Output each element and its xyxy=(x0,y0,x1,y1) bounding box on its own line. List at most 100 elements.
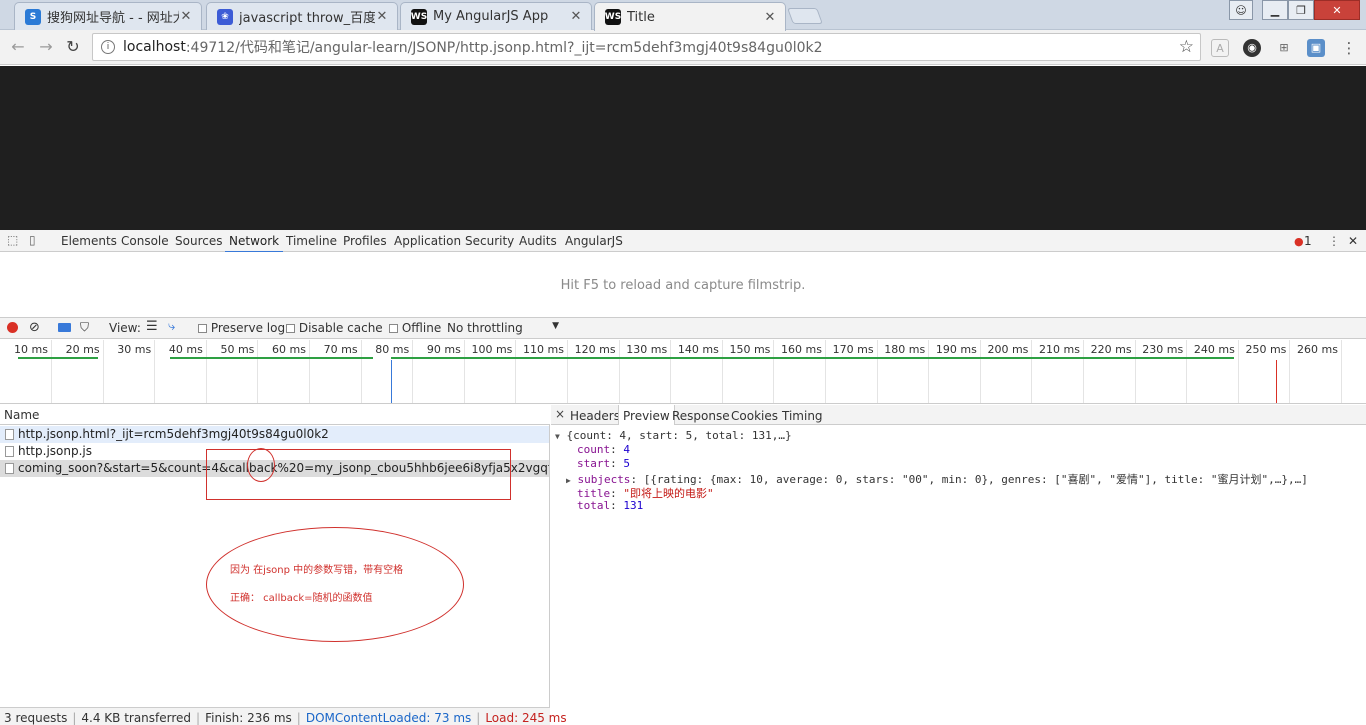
timeline-gridline xyxy=(1237,340,1239,403)
back-button[interactable]: ← xyxy=(8,37,28,57)
disable-cache-checkbox[interactable]: Disable cache xyxy=(286,321,383,335)
timeline-tick-label: 160 ms xyxy=(781,343,822,356)
devtools-tab-bar: ⬚ ▯ Elements Console Sources Network Tim… xyxy=(0,230,1366,253)
browser-tab-baidu[interactable]: ❀ javascript throw_百度搜 ✕ xyxy=(206,2,398,30)
json-value: 4 xyxy=(623,443,630,456)
tab-preview[interactable]: Preview xyxy=(618,405,675,425)
timeline-tick-label: 100 ms xyxy=(471,343,513,356)
timeline-tick-label: 20 ms xyxy=(65,343,100,356)
maximize-button[interactable]: ❐ xyxy=(1288,0,1314,20)
tab-response[interactable]: Response xyxy=(672,409,730,423)
timeline-gridline xyxy=(412,340,414,403)
json-root[interactable]: ▼ {count: 4, start: 5, total: 131,…} xyxy=(555,429,792,442)
document-icon xyxy=(5,446,14,457)
name-column-header[interactable]: Name xyxy=(0,405,550,425)
url-path: :49712/代码和笔记/angular-learn/JSONP/http.js… xyxy=(185,40,823,56)
triangle-right-icon[interactable]: ▶ xyxy=(566,476,571,485)
request-row[interactable]: http.jsonp.html?_ijt=rcm5dehf3mgj40t9s84… xyxy=(0,426,549,443)
error-icon[interactable]: ● xyxy=(1294,235,1304,248)
browser-tab-title: My AngularJS App xyxy=(433,9,549,24)
timeline-tick-label: 260 ms xyxy=(1297,343,1338,356)
close-tab-icon[interactable]: ✕ xyxy=(569,9,583,24)
inspect-element-icon[interactable]: ⬚ xyxy=(7,233,18,247)
timeline-gridline xyxy=(1031,340,1033,403)
request-detail-tabs: × Headers Preview Response Cookies Timin… xyxy=(551,405,1366,425)
request-count: 3 requests xyxy=(4,711,68,725)
tab-timeline[interactable]: Timeline xyxy=(286,234,337,248)
preserve-log-checkbox[interactable]: Preserve log xyxy=(198,321,285,335)
timeline-gridline xyxy=(1134,340,1136,403)
reload-button[interactable]: ↻ xyxy=(63,37,83,57)
timeline-tick-label: 180 ms xyxy=(884,343,926,356)
chrome-menu-icon[interactable]: ⋮ xyxy=(1340,39,1358,57)
ghost-extension-icon[interactable]: ◉ xyxy=(1243,39,1261,57)
waterfall-overview-icon[interactable]: ⤷ xyxy=(168,319,175,334)
browser-tab-sogou[interactable]: S 搜狗网址导航 - - 网址大 ✕ xyxy=(14,2,202,30)
triangle-down-icon[interactable]: ▼ xyxy=(555,432,560,441)
load-marker xyxy=(1276,360,1277,403)
tab-cookies[interactable]: Cookies xyxy=(731,409,778,423)
tab-security[interactable]: Security xyxy=(465,234,514,248)
throttling-select[interactable]: No throttling ▼ xyxy=(447,321,559,335)
ruler-extension-icon[interactable]: ⊞ xyxy=(1275,39,1293,57)
devtools-close-icon[interactable]: ✕ xyxy=(1348,234,1358,248)
timeline-gridline xyxy=(773,340,775,403)
network-status-bar: 3 requests | 4.4 KB transferred | Finish: 23… xyxy=(0,707,567,725)
device-mode-icon[interactable]: ▯ xyxy=(29,233,36,247)
json-count: count: 4 xyxy=(577,443,630,456)
document-icon xyxy=(5,429,14,440)
timeline-gridline xyxy=(618,340,620,403)
preserve-log-label: Preserve log xyxy=(210,321,286,335)
json-value: [{rating: {max: 10, average: 0, stars: "… xyxy=(643,473,1308,486)
json-value: 5 xyxy=(623,457,630,470)
timeline-bar xyxy=(18,357,98,359)
error-count[interactable]: 1 xyxy=(1304,234,1312,248)
bookmark-star-icon[interactable]: ☆ xyxy=(1179,37,1194,57)
close-detail-icon[interactable]: × xyxy=(555,407,565,421)
timeline-tick-label: 230 ms xyxy=(1142,343,1184,356)
webstorm-icon: WS xyxy=(605,9,621,25)
window-close-button[interactable]: ✕ xyxy=(1314,0,1360,20)
browser-tab-title-active[interactable]: WS Title ✕ xyxy=(594,2,786,31)
browser-tab-angular-app[interactable]: WS My AngularJS App ✕ xyxy=(400,2,592,30)
tab-angularjs[interactable]: AngularJS xyxy=(565,234,623,248)
tab-elements[interactable]: Elements xyxy=(61,234,117,248)
close-tab-icon[interactable]: ✕ xyxy=(179,9,193,24)
tab-sources[interactable]: Sources xyxy=(175,234,222,248)
timeline-gridline xyxy=(51,340,52,403)
timeline-tick-label: 240 ms xyxy=(1193,343,1235,356)
filter-icon[interactable]: ⛉ xyxy=(80,320,89,335)
timeline-tick-label: 140 ms xyxy=(677,343,719,356)
clear-icon[interactable]: ⊘ xyxy=(29,320,40,335)
close-tab-icon[interactable]: ✕ xyxy=(375,9,389,24)
user-profile-button[interactable]: ☺ xyxy=(1229,0,1253,20)
minimize-button[interactable]: ▁ xyxy=(1262,0,1288,20)
forward-button[interactable]: → xyxy=(36,37,56,57)
timeline-gridline xyxy=(309,340,310,403)
large-rows-icon[interactable]: ☰ xyxy=(146,319,158,334)
address-bar[interactable]: i localhost:49712/代码和笔记/angular-learn/JS… xyxy=(92,33,1201,61)
tab-application[interactable]: Application xyxy=(394,234,461,248)
tab-profiles[interactable]: Profiles xyxy=(343,234,387,248)
devtools-menu-icon[interactable]: ⋮ xyxy=(1328,234,1340,248)
angular-extension-icon[interactable]: A xyxy=(1211,39,1229,57)
capture-screenshots-icon[interactable] xyxy=(58,323,71,332)
screenshot-extension-icon[interactable]: ▣ xyxy=(1307,39,1325,57)
tab-console[interactable]: Console xyxy=(121,234,169,248)
tab-audits[interactable]: Audits xyxy=(519,234,557,248)
json-start: start: 5 xyxy=(577,457,630,470)
close-tab-icon[interactable]: ✕ xyxy=(763,10,777,25)
timeline-gridline xyxy=(360,340,362,403)
offline-checkbox[interactable]: Offline xyxy=(389,321,441,335)
tab-headers[interactable]: Headers xyxy=(570,409,620,423)
page-info-icon[interactable]: i xyxy=(101,40,115,54)
timeline-tick-label: 220 ms xyxy=(1090,343,1132,356)
tab-timing[interactable]: Timing xyxy=(782,409,823,423)
arrow-right-icon: → xyxy=(39,37,53,56)
timeline-gridline xyxy=(1289,340,1291,403)
record-icon[interactable] xyxy=(7,322,18,333)
timeline-gridline xyxy=(567,340,568,403)
new-tab-button[interactable] xyxy=(787,8,823,24)
tab-network[interactable]: Network xyxy=(224,234,284,253)
timeline-gridline xyxy=(721,340,723,403)
